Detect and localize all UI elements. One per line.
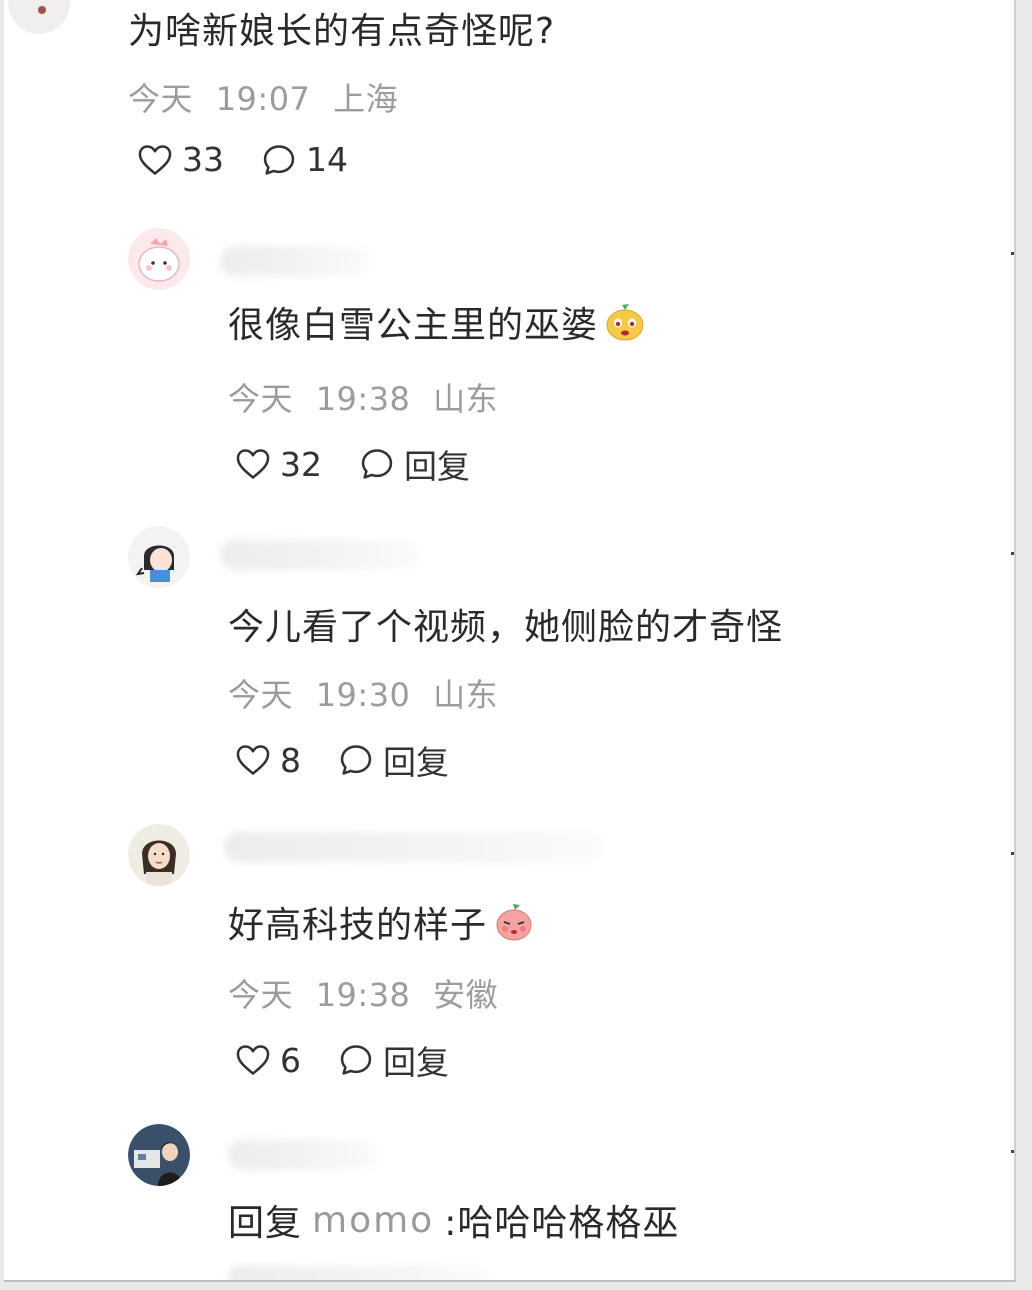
- comment-body: 好高科技的样子: [228, 905, 488, 946]
- username-blurred[interactable]: [220, 246, 370, 276]
- comment-meta-cropped: [228, 1266, 488, 1280]
- heart-icon: [236, 449, 270, 479]
- like-count: 8: [280, 740, 301, 780]
- comment-body: :哈哈哈格格巫: [444, 1203, 680, 1244]
- post-location: 上海: [333, 80, 399, 118]
- sly-face-emoji: [604, 301, 646, 343]
- reply-label: 回复: [383, 1043, 449, 1082]
- comment-location: 山东: [433, 380, 499, 418]
- comment-date: 今天: [228, 976, 294, 1014]
- heart-icon: [236, 1045, 270, 1075]
- comment-body: 很像白雪公主里的巫婆: [228, 305, 599, 346]
- blushing-face-emoji: [493, 901, 535, 943]
- comment-bubble-icon: [361, 449, 393, 479]
- comment-thread: 为啥新娘长的有点奇怪呢? 今天 19:07 上海 33 14 很像白雪公主里的巫…: [4, 0, 1016, 1282]
- reply-label: 回复: [383, 743, 449, 782]
- post-meta: 今天 19:07 上海: [128, 74, 398, 120]
- like-button[interactable]: 8: [234, 741, 301, 780]
- comment-bubble-icon: [340, 1045, 372, 1075]
- like-button[interactable]: 6: [234, 1041, 301, 1080]
- avatar[interactable]: [8, 0, 70, 34]
- avatar[interactable]: [128, 228, 190, 290]
- post-time: 19:07: [215, 80, 311, 118]
- reply-button[interactable]: 回复: [337, 1036, 449, 1084]
- heart-icon: [236, 745, 270, 775]
- comment-bubble-icon: [263, 144, 295, 175]
- avatar[interactable]: [128, 526, 190, 588]
- comment-count: 14: [306, 140, 348, 179]
- comment-text: 今儿看了个视频，她侧脸的才奇怪: [228, 607, 784, 648]
- username-blurred[interactable]: [224, 832, 604, 862]
- reply-button[interactable]: 回复: [358, 440, 470, 488]
- reply-button[interactable]: 回复: [337, 736, 449, 784]
- comment-time: 19:38: [315, 976, 411, 1014]
- comment-button[interactable]: 14: [260, 140, 348, 179]
- avatar[interactable]: [128, 824, 190, 886]
- post-date: 今天: [128, 80, 194, 118]
- comment-meta: 今天 19:38 安徽: [228, 970, 498, 1016]
- like-button[interactable]: 33: [136, 140, 224, 179]
- reply-to-username[interactable]: momo: [312, 1200, 434, 1241]
- comment-date: 今天: [228, 676, 294, 714]
- comment-date: 今天: [228, 380, 294, 418]
- username-blurred[interactable]: [228, 1140, 378, 1170]
- heart-icon: [138, 144, 172, 175]
- comment-actions: 32 回复: [234, 440, 470, 488]
- comment-text: 好高科技的样子: [228, 896, 535, 948]
- avatar[interactable]: [128, 1124, 190, 1186]
- comment-time: 19:30: [315, 676, 411, 714]
- comment-bubble-icon: [340, 745, 372, 775]
- reply-label: 回复: [404, 447, 470, 486]
- comment-actions: 8 回复: [234, 736, 449, 784]
- scroll-marker: [1011, 552, 1014, 555]
- comment-text: 很像白雪公主里的巫婆: [228, 296, 646, 348]
- scroll-marker: [1011, 252, 1014, 255]
- comment-location: 山东: [433, 676, 499, 714]
- like-count: 32: [280, 444, 322, 484]
- reply-prefix: 回复: [228, 1203, 303, 1244]
- scroll-marker: [1011, 852, 1014, 855]
- post-actions: 33 14: [136, 140, 348, 179]
- post-text: 为啥新娘长的有点奇怪呢?: [128, 11, 556, 52]
- comment-time: 19:38: [315, 380, 411, 418]
- like-count: 33: [182, 140, 224, 179]
- scroll-marker: [1011, 1150, 1014, 1153]
- comment-location: 安徽: [433, 976, 499, 1014]
- username-blurred[interactable]: [220, 540, 420, 570]
- like-button[interactable]: 32: [234, 445, 322, 484]
- comment-actions: 6 回复: [234, 1036, 449, 1084]
- comment-meta: 今天 19:30 山东: [228, 670, 498, 716]
- comment-text: 回复 momo :哈哈哈格格巫: [228, 1194, 679, 1246]
- like-count: 6: [280, 1040, 301, 1080]
- comment-meta: 今天 19:38 山东: [228, 374, 498, 420]
